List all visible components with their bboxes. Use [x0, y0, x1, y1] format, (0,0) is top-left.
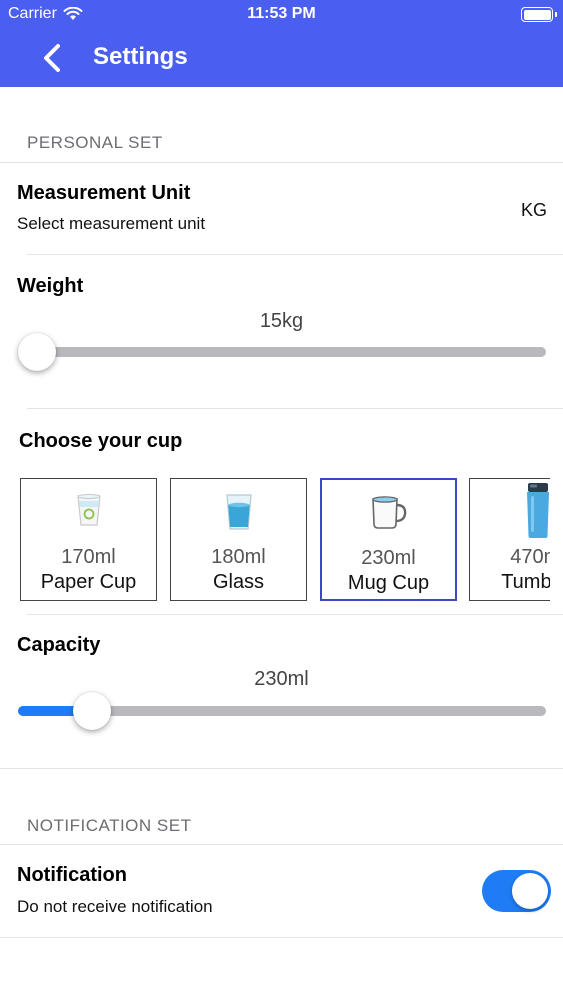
capacity-slider-thumb[interactable] — [72, 692, 111, 730]
battery-icon — [521, 7, 557, 22]
personal-section-header: PERSONAL SET — [27, 133, 163, 152]
divider — [27, 254, 563, 255]
divider — [0, 162, 563, 163]
capacity-value-label: 230ml — [254, 668, 309, 690]
chevron-left-icon — [44, 44, 60, 72]
cup-option-paper-cup[interactable]: 170ml Paper Cup — [20, 478, 157, 601]
notification-section-header: NOTIFICATION SET — [27, 816, 192, 835]
divider — [0, 937, 563, 938]
cup-name-label: Paper Cup — [40, 571, 137, 593]
weight-slider[interactable] — [18, 333, 546, 371]
app-header: Carrier 11:53 PM Settings — [0, 0, 563, 87]
measurement-unit-value: KG — [521, 200, 548, 220]
weight-slider-thumb[interactable] — [18, 333, 56, 371]
tumbler-icon — [526, 483, 549, 538]
status-bar: Carrier 11:53 PM — [0, 0, 563, 30]
paper-cup-icon — [76, 494, 101, 526]
weight-value-label: 15kg — [259, 310, 304, 332]
cup-name-label: Mug Cup — [347, 572, 430, 594]
back-button[interactable] — [32, 38, 72, 78]
divider — [27, 614, 563, 615]
clock: 11:53 PM — [247, 5, 316, 22]
cup-ml-label: 230ml — [361, 547, 416, 569]
cup-ml-label: 180ml — [211, 546, 266, 568]
cup-option-glass[interactable]: 180ml Glass — [170, 478, 307, 601]
notification-title: Notification — [17, 864, 127, 886]
cup-option-tumbler[interactable]: 470ml Tumbler — [469, 478, 550, 601]
cup-name-label: Glass — [212, 571, 265, 593]
weight-title: Weight — [17, 275, 84, 297]
glass-icon — [225, 494, 252, 530]
page-title: Settings — [93, 43, 188, 70]
cup-option-mug-cup[interactable]: 230ml Mug Cup — [320, 478, 457, 601]
cup-selector[interactable]: 170ml Paper Cup 180ml Glass 230ml Mug Cu… — [20, 478, 550, 601]
cup-name-label: Tumbler — [501, 571, 550, 593]
divider — [27, 408, 563, 409]
capacity-slider[interactable] — [18, 692, 546, 730]
capacity-title: Capacity — [17, 634, 101, 656]
measurement-unit-subtitle: Select measurement unit — [17, 214, 206, 233]
toggle-knob — [512, 873, 548, 909]
cup-ml-label: 170ml — [61, 546, 116, 568]
notification-subtitle: Do not receive notification — [17, 897, 213, 916]
cup-ml-label: 470ml — [510, 546, 550, 568]
navigation-bar: Settings — [0, 30, 563, 87]
divider — [0, 768, 563, 769]
mug-icon — [371, 496, 406, 529]
notification-toggle[interactable] — [482, 870, 551, 912]
measurement-unit-title: Measurement Unit — [17, 182, 191, 204]
divider — [0, 844, 563, 845]
choose-cup-title: Choose your cup — [19, 430, 183, 452]
